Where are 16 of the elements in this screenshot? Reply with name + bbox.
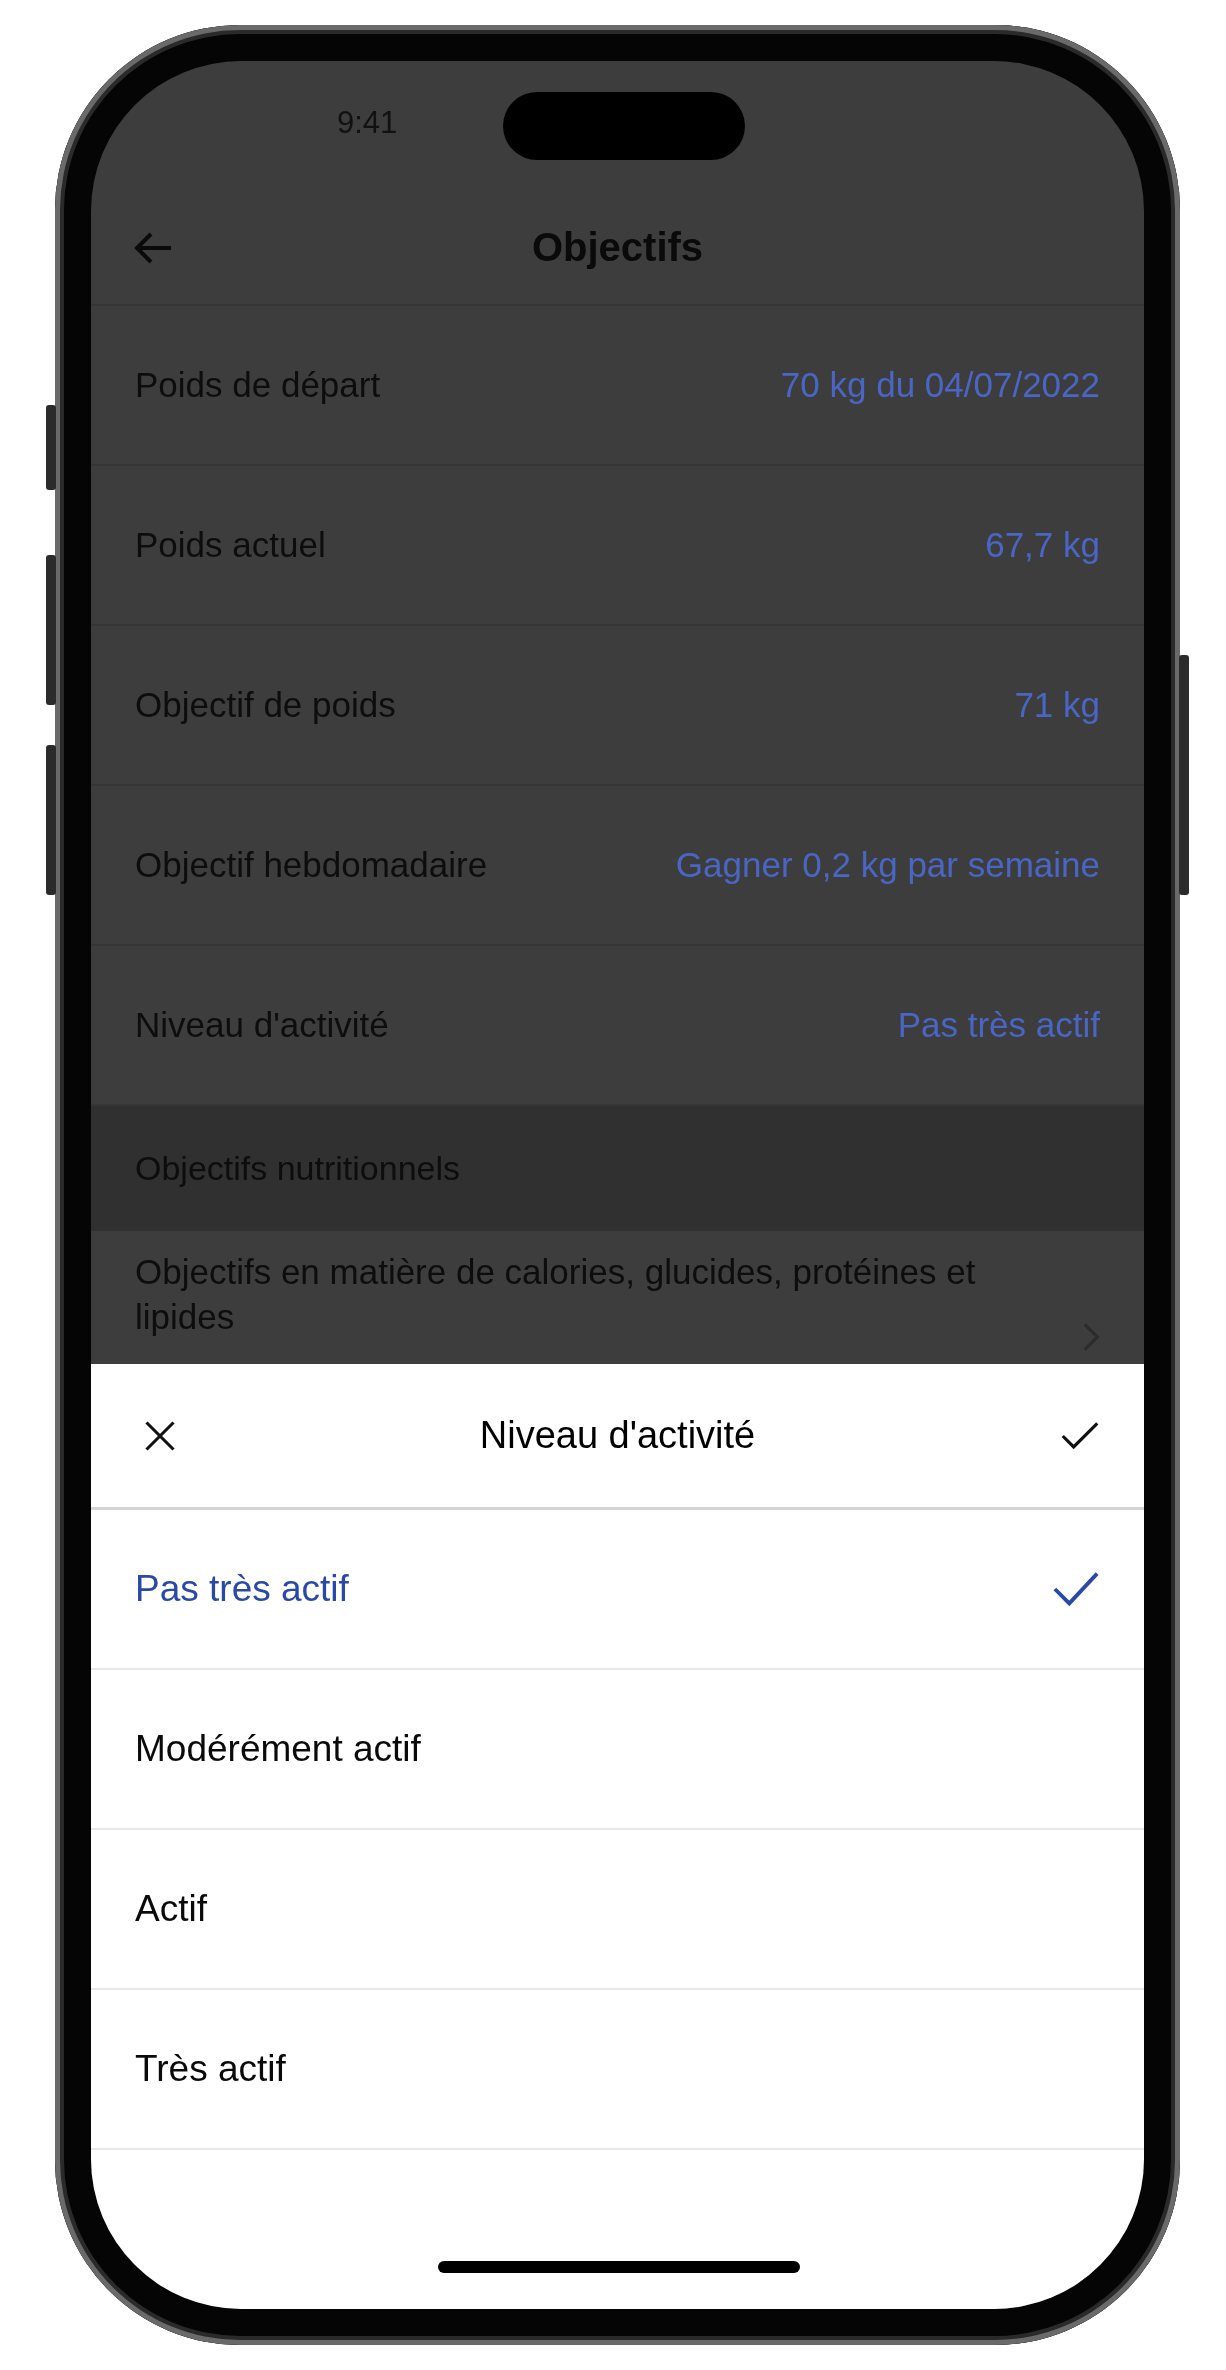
sheet-title: Niveau d'activité: [479, 1414, 756, 1457]
activity-option[interactable]: Modérément actif: [91, 1670, 1144, 1830]
setting-value: Pas très actif: [897, 1005, 1100, 1045]
setting-value: 67,7 kg: [985, 525, 1100, 565]
option-label: Très actif: [135, 2048, 286, 2090]
activity-option[interactable]: Pas très actif: [91, 1510, 1144, 1670]
setting-value: 71 kg: [1014, 685, 1100, 725]
setting-value: 70 kg du 04/07/2022: [780, 365, 1100, 405]
confirm-check-icon[interactable]: [1060, 1419, 1100, 1452]
option-label: Pas très actif: [135, 1568, 349, 1610]
option-label: Modérément actif: [135, 1728, 421, 1770]
option-label: Actif: [135, 1888, 207, 1930]
check-icon: [1052, 1570, 1100, 1608]
setting-value: Gagner 0,2 kg par semaine: [675, 845, 1100, 885]
activity-option[interactable]: Très actif: [91, 1990, 1144, 2150]
activity-option[interactable]: Actif: [91, 1830, 1144, 1990]
